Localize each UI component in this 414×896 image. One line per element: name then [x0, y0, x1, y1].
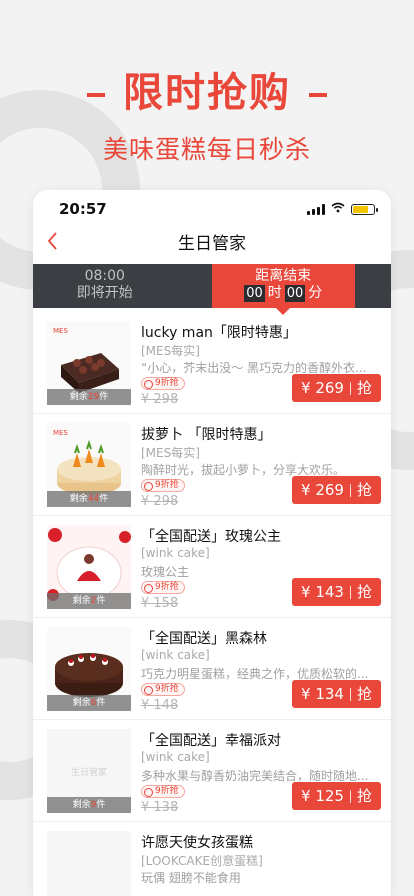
product-image: 生日管家 剩余9件 — [47, 729, 131, 813]
list-item[interactable]: 许愿天使女孩蛋糕 [LOOKCAKE创意蛋糕] 玩偶 翅膀不能食用 — [33, 822, 391, 896]
status-time: 20:57 — [59, 200, 107, 218]
buy-button[interactable]: ¥ 143 抢 — [292, 578, 381, 606]
svg-text:生日管家: 生日管家 — [71, 766, 107, 778]
product-brand: [MES每实] — [141, 344, 200, 358]
stock-remaining: 剩余2件 — [47, 593, 131, 609]
product-brand: [MES每实] — [141, 446, 200, 460]
product-name: 「全国配送」幸福派对 — [141, 733, 281, 749]
chevron-left-icon[interactable] — [45, 229, 59, 259]
promo-subtitle: 美味蛋糕每日秒杀 — [102, 135, 311, 164]
countdown-timer: 00 时 00 分 — [244, 285, 323, 302]
svg-text:MES: MES — [53, 327, 68, 335]
product-brand: [LOOKCAKE创意蛋糕] — [141, 854, 263, 868]
product-image — [47, 831, 131, 896]
stock-remaining: 剩余29件 — [47, 389, 131, 405]
product-image: 剩余2件 — [47, 525, 131, 609]
discount-badge: 9折抢 — [141, 683, 185, 696]
original-price: ¥ 158 — [141, 596, 179, 611]
page-title: 生日管家 — [178, 234, 246, 254]
session-tabs: 08:00 即将开始 距离结束 00 时 00 分 — [33, 264, 391, 315]
list-item[interactable]: MES 剩余29件 lucky man「限时特惠」 [MES每实] “小心，芥末… — [33, 312, 391, 414]
tab-active-session[interactable]: 距离结束 00 时 00 分 — [211, 264, 355, 315]
product-name: 「全国配送」黑森林 — [141, 631, 267, 647]
tab-upcoming-status: 即将开始 — [76, 285, 133, 301]
buy-button[interactable]: ¥ 125 抢 — [292, 782, 381, 810]
original-price: ¥ 148 — [141, 698, 179, 713]
nav-bar: 生日管家 — [33, 228, 391, 264]
product-image: MES 剩余29件 — [47, 321, 131, 405]
stock-remaining: 剩余44件 — [47, 491, 131, 507]
discount-badge: 9折抢 — [141, 479, 185, 492]
product-image: MES 剩余44件 — [47, 423, 131, 507]
product-brand: [wink cake] — [141, 648, 210, 662]
buy-button[interactable]: ¥ 269 抢 — [292, 374, 381, 402]
original-price: ¥ 298 — [141, 392, 179, 407]
countdown-minutes: 00 — [284, 285, 306, 302]
product-name: 「全国配送」玫瑰公主 — [141, 529, 281, 545]
battery-icon — [351, 204, 378, 215]
phone-screen: 20:57 生日管家 08:00 即将开始 距离结束 00 时 00 分 MES… — [33, 190, 391, 896]
product-list: MES 剩余29件 lucky man「限时特惠」 [MES每实] “小心，芥末… — [33, 308, 391, 896]
tab-active-label: 距离结束 — [255, 268, 312, 284]
svg-text:MES: MES — [53, 429, 68, 437]
countdown-hours: 00 — [244, 285, 265, 302]
original-price: ¥ 298 — [141, 494, 179, 509]
tab-upcoming-time: 08:00 — [84, 268, 125, 284]
buy-button[interactable]: ¥ 269 抢 — [292, 476, 381, 504]
product-name: 许愿天使女孩蛋糕 — [141, 835, 253, 851]
wifi-icon — [331, 202, 345, 217]
discount-badge: 9折抢 — [141, 581, 185, 594]
status-bar: 20:57 — [33, 190, 391, 228]
discount-badge: 9折抢 — [141, 785, 185, 798]
product-brand: [wink cake] — [141, 750, 210, 764]
product-name: 拔萝卜 「限时特惠」 — [141, 427, 272, 443]
list-item[interactable]: 生日管家 剩余9件 「全国配送」幸福派对 [wink cake] 多种水果与醇香… — [33, 720, 391, 822]
product-brand: [wink cake] — [141, 546, 210, 560]
product-name: lucky man「限时特惠」 — [141, 325, 297, 341]
original-price: ¥ 138 — [141, 800, 179, 815]
list-item[interactable]: 剩余6件 「全国配送」黑森林 [wink cake] 巧克力明星蛋糕，经典之作，… — [33, 618, 391, 720]
promo-title: 限时抢购 — [0, 60, 414, 118]
discount-badge: 9折抢 — [141, 377, 185, 390]
list-item[interactable]: MES 剩余44件 拔萝卜 「限时特惠」 [MES每实] 陶醉时光，拔起小萝卜，… — [33, 414, 391, 516]
signal-icon — [307, 204, 325, 215]
tab-upcoming[interactable]: 08:00 即将开始 — [33, 264, 177, 308]
product-image: 剩余6件 — [47, 627, 131, 711]
stock-remaining: 剩余9件 — [47, 797, 131, 813]
stock-remaining: 剩余6件 — [47, 695, 131, 711]
product-desc: 玩偶 翅膀不能食用 — [141, 871, 241, 885]
buy-button[interactable]: ¥ 134 抢 — [292, 680, 381, 708]
list-item[interactable]: 剩余2件 「全国配送」玫瑰公主 [wink cake] 玫瑰公主 9折抢 ¥ 1… — [33, 516, 391, 618]
